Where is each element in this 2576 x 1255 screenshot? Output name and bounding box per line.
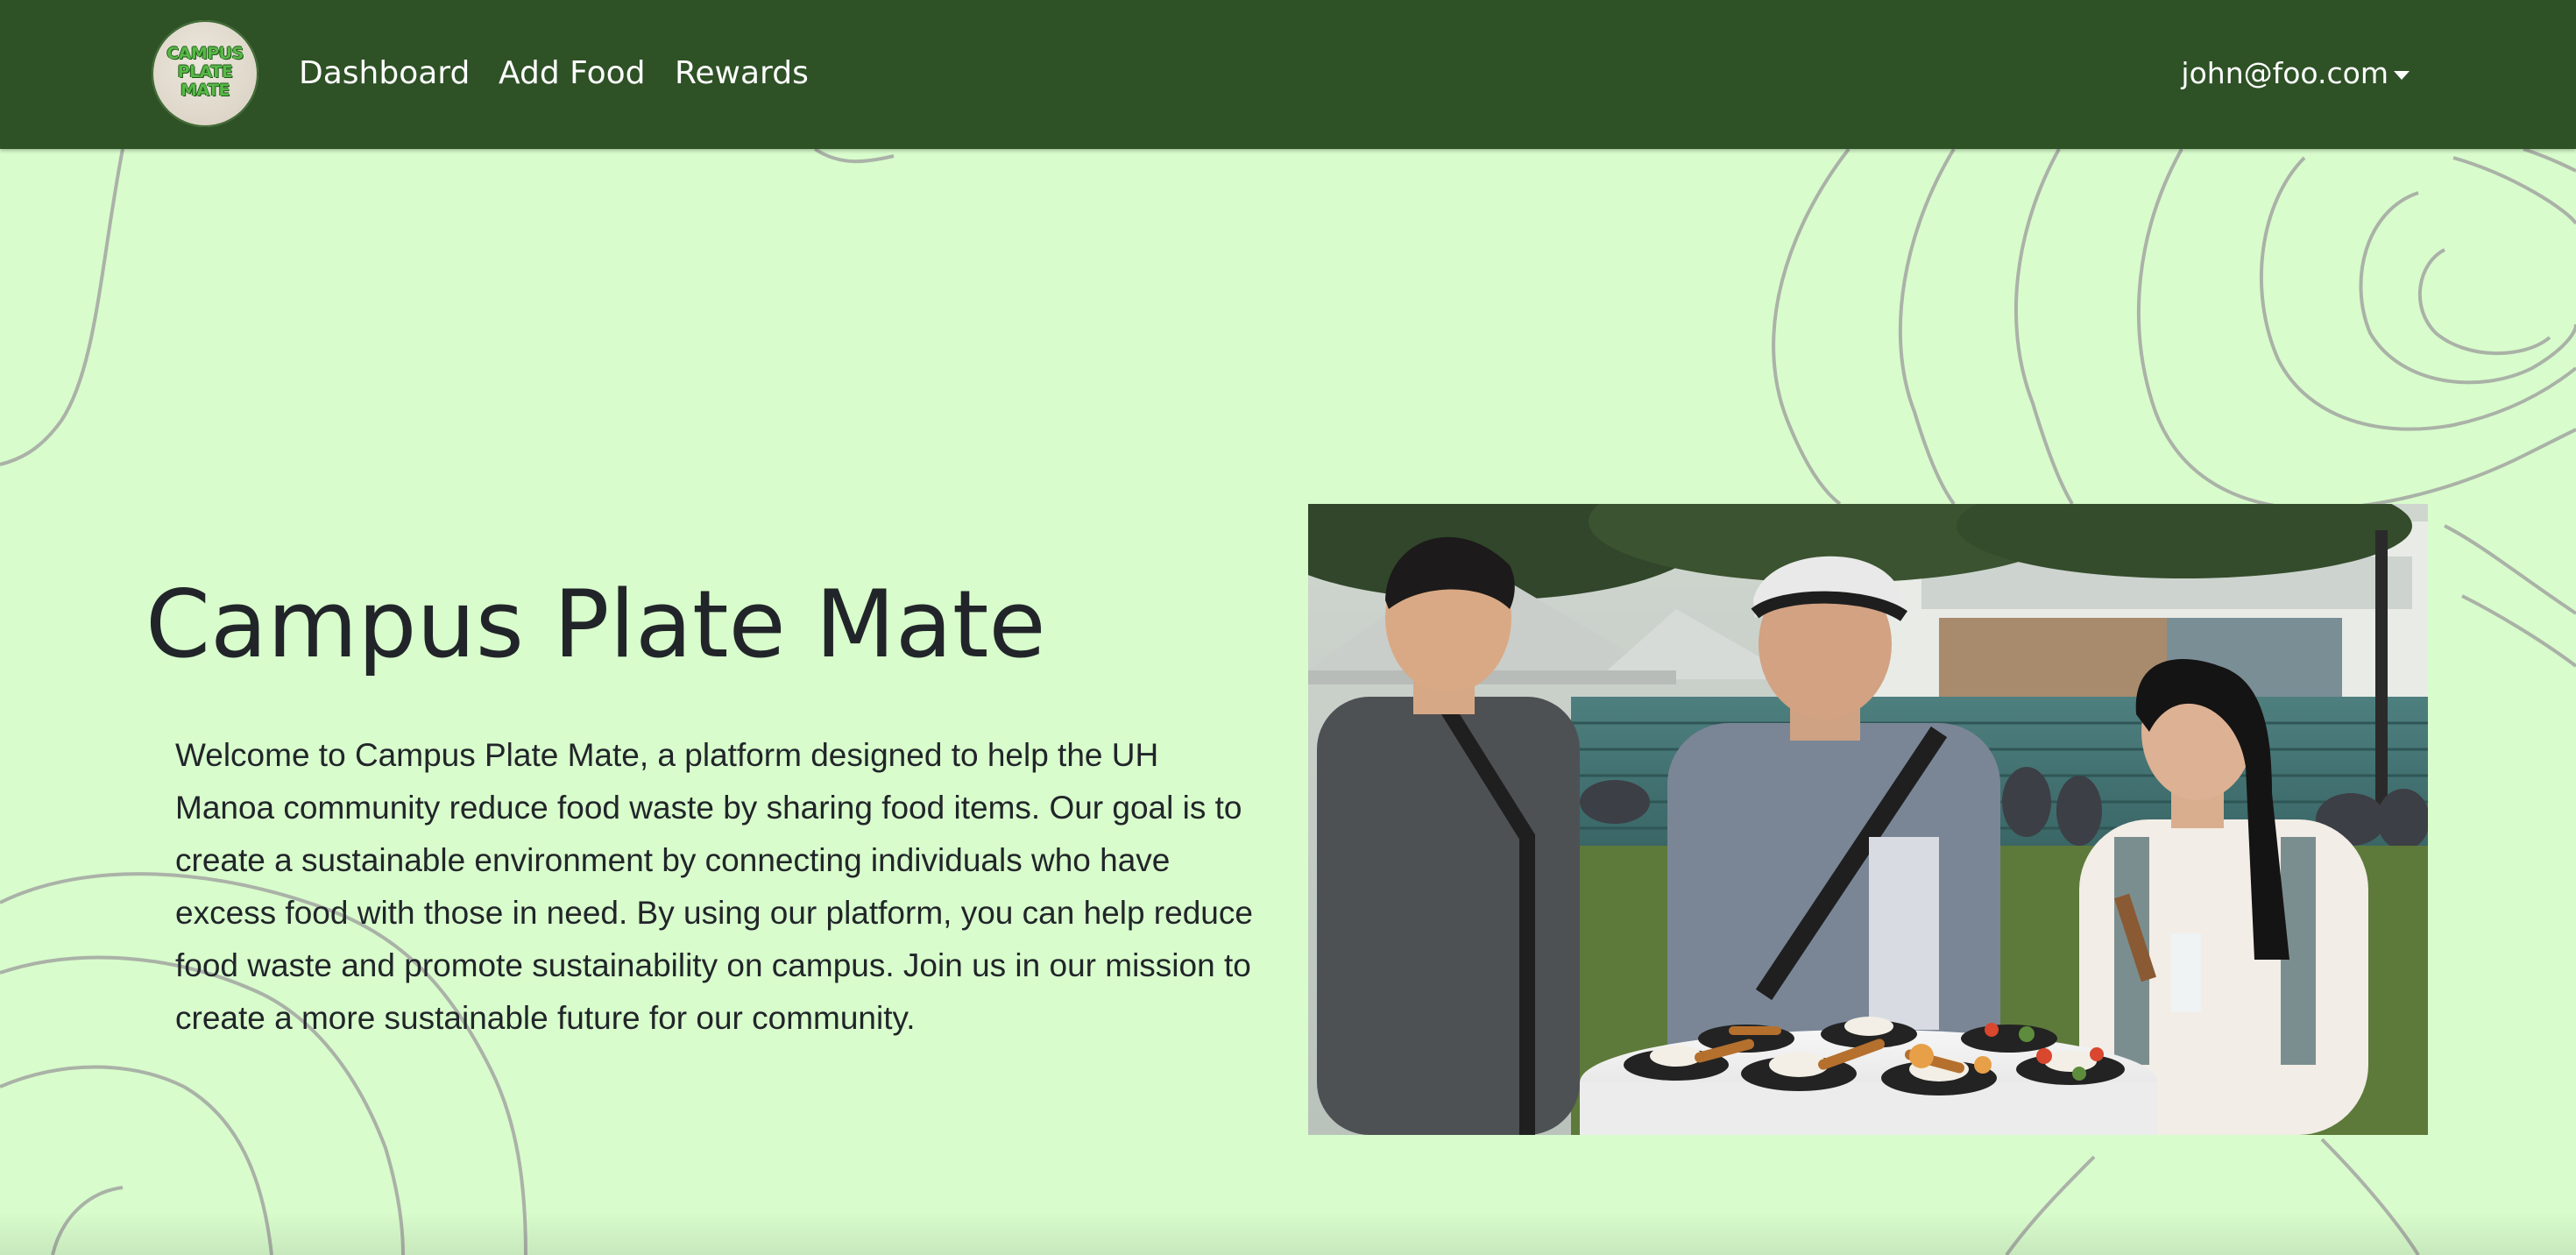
footer-shadow [0, 1211, 2576, 1255]
nav-link-dashboard[interactable]: Dashboard [299, 53, 470, 95]
top-navbar: CAMPUS PLATE MATE Dashboard Add Food Rew… [0, 0, 2576, 149]
page-title: Campus Plate Mate [145, 571, 1046, 678]
caret-down-icon [2394, 70, 2410, 80]
logo-word: CAMPUS [166, 44, 244, 63]
logo-word: PLATE [177, 62, 233, 82]
nav-link-rewards[interactable]: Rewards [675, 53, 809, 95]
students-food-event-illustration [1308, 504, 2428, 1135]
campus-plate-mate-logo[interactable]: CAMPUS PLATE MATE [152, 20, 258, 127]
hero-photo [1308, 504, 2428, 1135]
logo-word: MATE [180, 81, 230, 100]
intro-paragraph: Welcome to Campus Plate Mate, a platform… [175, 737, 1253, 1036]
logo-wordmark: CAMPUS PLATE MATE [152, 45, 258, 100]
nav-link-add-food[interactable]: Add Food [499, 53, 645, 95]
user-account-dropdown[interactable]: john@foo.com [2181, 53, 2410, 95]
user-email: john@foo.com [2181, 56, 2388, 90]
